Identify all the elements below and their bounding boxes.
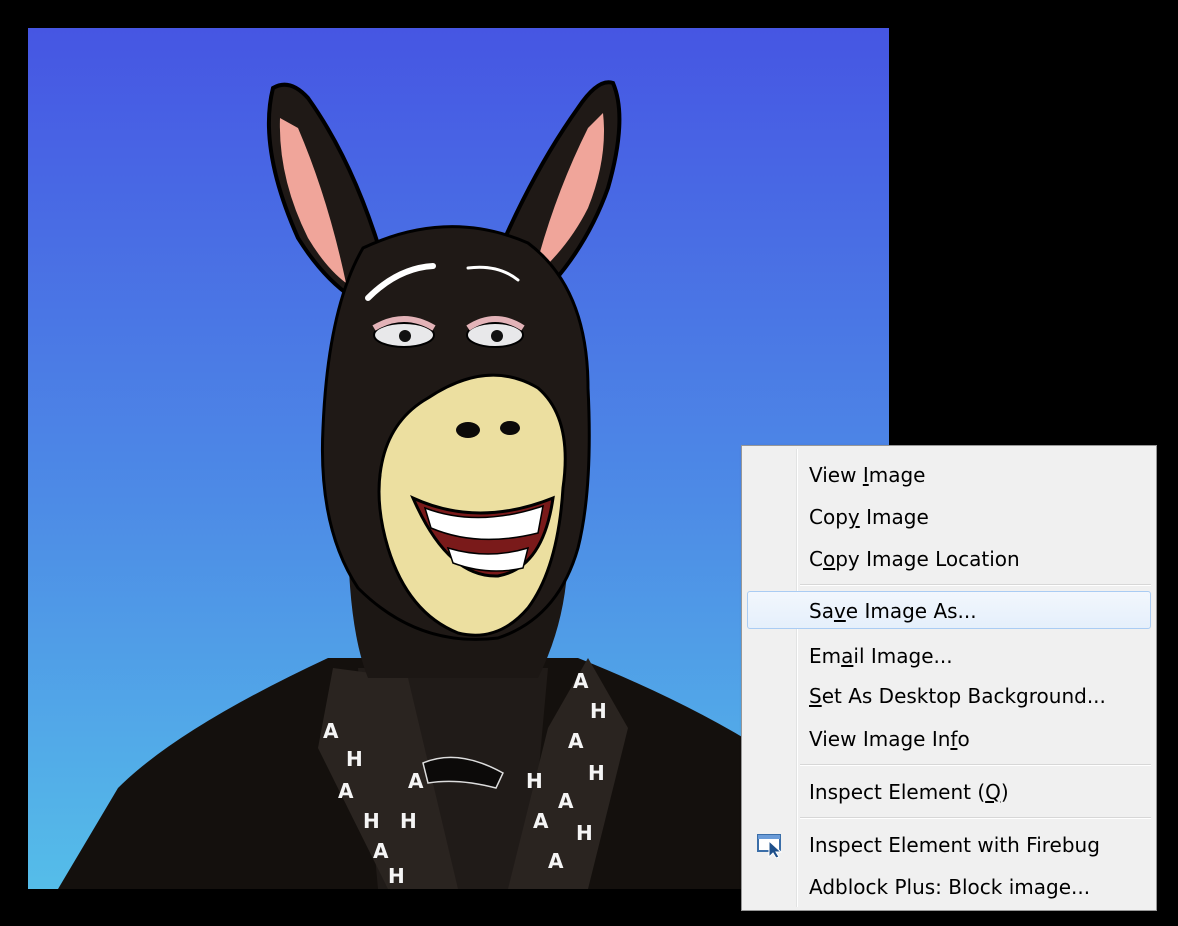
right-pupil bbox=[491, 330, 503, 342]
svg-text:A: A bbox=[373, 839, 389, 863]
menu-separator bbox=[800, 817, 1151, 819]
left-pupil bbox=[399, 330, 411, 342]
menu-item-set-as-desktop-background[interactable]: Set As Desktop Background... bbox=[747, 676, 1151, 714]
svg-text:A: A bbox=[573, 669, 589, 693]
menu-item-view-image[interactable]: View Image bbox=[747, 455, 1151, 493]
svg-text:H: H bbox=[588, 761, 605, 785]
svg-text:H: H bbox=[400, 809, 417, 833]
svg-text:A: A bbox=[323, 719, 339, 743]
svg-text:A: A bbox=[408, 769, 424, 793]
menu-item-adblock-block-image[interactable]: Adblock Plus: Block image... bbox=[747, 867, 1151, 905]
svg-text:A: A bbox=[338, 779, 354, 803]
menu-item-label: View Image Info bbox=[809, 727, 970, 751]
menu-item-inspect-element[interactable]: Inspect Element (Q) bbox=[747, 772, 1151, 810]
svg-text:H: H bbox=[576, 821, 593, 845]
svg-text:H: H bbox=[526, 769, 543, 793]
left-nostril bbox=[456, 422, 480, 438]
svg-text:H: H bbox=[346, 747, 363, 771]
menu-item-save-image-as[interactable]: Save Image As... bbox=[747, 591, 1151, 629]
right-nostril bbox=[500, 421, 520, 435]
svg-text:H: H bbox=[363, 809, 380, 833]
svg-text:H: H bbox=[388, 864, 405, 888]
svg-text:A: A bbox=[568, 729, 584, 753]
menu-item-copy-image-location[interactable]: Copy Image Location bbox=[747, 539, 1151, 577]
menu-item-view-image-info[interactable]: View Image Info bbox=[747, 719, 1151, 757]
menu-item-label: Email Image... bbox=[809, 644, 953, 668]
context-menu: View Image Copy Image Copy Image Locatio… bbox=[741, 445, 1157, 911]
menu-item-email-image[interactable]: Email Image... bbox=[747, 636, 1151, 674]
svg-text:A: A bbox=[533, 809, 549, 833]
menu-item-inspect-with-firebug[interactable]: Inspect Element with Firebug bbox=[747, 825, 1151, 863]
menu-item-copy-image[interactable]: Copy Image bbox=[747, 497, 1151, 535]
menu-item-label: Copy Image Location bbox=[809, 547, 1020, 571]
menu-item-label: View Image bbox=[809, 463, 926, 487]
menu-item-label: Inspect Element (Q) bbox=[809, 780, 1009, 804]
menu-item-label: Adblock Plus: Block image... bbox=[809, 875, 1091, 899]
menu-separator bbox=[800, 584, 1151, 586]
menu-item-label: Copy Image bbox=[809, 505, 929, 529]
svg-text:H: H bbox=[590, 699, 607, 723]
svg-text:A: A bbox=[548, 849, 564, 873]
menu-item-label: Inspect Element with Firebug bbox=[809, 833, 1100, 857]
svg-text:A: A bbox=[558, 789, 574, 813]
menu-separator bbox=[800, 764, 1151, 766]
menu-item-label: Set As Desktop Background... bbox=[809, 684, 1106, 708]
firebug-inspect-icon bbox=[756, 832, 788, 859]
menu-item-label: Save Image As... bbox=[809, 599, 977, 623]
